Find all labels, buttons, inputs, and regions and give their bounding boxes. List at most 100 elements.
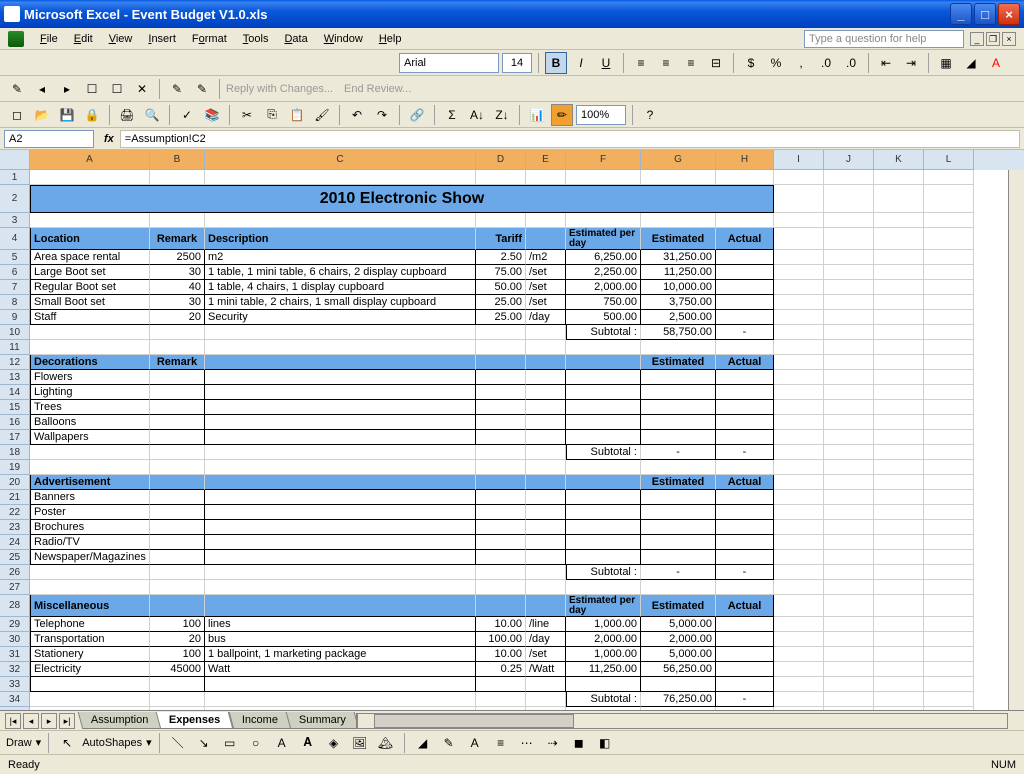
row-header-21[interactable]: 21 (0, 490, 29, 505)
diagram-button[interactable]: ◈ (323, 732, 345, 754)
menu-window[interactable]: Window (316, 31, 371, 47)
font-size-select[interactable]: 14 (502, 53, 532, 73)
percent-button[interactable]: % (765, 52, 787, 74)
font-name-select[interactable]: Arial (399, 53, 499, 73)
row-header-2[interactable]: 2 (0, 185, 29, 213)
row-header-8[interactable]: 8 (0, 295, 29, 310)
tab-prev-button[interactable]: ◂ (23, 713, 39, 729)
new-comment-button[interactable]: ✎ (6, 78, 28, 100)
menu-format[interactable]: Format (184, 31, 235, 47)
formula-input[interactable]: =Assumption!C2 (120, 130, 1020, 148)
arrow-style-button[interactable]: ⇢ (542, 732, 564, 754)
row-header-12[interactable]: 12 (0, 355, 29, 370)
row-header-14[interactable]: 14 (0, 385, 29, 400)
copy-button[interactable]: ⎘ (261, 104, 283, 126)
row-header-29[interactable]: 29 (0, 617, 29, 632)
clipart-button[interactable]: 🖼 (349, 732, 371, 754)
increase-indent-button[interactable]: ⇥ (900, 52, 922, 74)
align-right-button[interactable]: ≡ (680, 52, 702, 74)
col-header-G[interactable]: G (641, 150, 716, 170)
spreadsheet-grid[interactable]: 1234567891011121314151617181920212223242… (0, 150, 1024, 710)
row-header-19[interactable]: 19 (0, 460, 29, 475)
3d-button[interactable]: ◧ (594, 732, 616, 754)
comma-button[interactable]: , (790, 52, 812, 74)
workbook-restore-button[interactable]: ❐ (986, 32, 1000, 46)
italic-button[interactable]: I (570, 52, 592, 74)
row-header-25[interactable]: 25 (0, 550, 29, 565)
row-header-1[interactable]: 1 (0, 170, 29, 185)
autoshapes-menu[interactable]: AutoShapes (82, 737, 142, 749)
hyperlink-button[interactable]: 🔗 (406, 104, 428, 126)
row-header-33[interactable]: 33 (0, 677, 29, 692)
chart-wizard-button[interactable]: 📊 (526, 104, 548, 126)
row-header-9[interactable]: 9 (0, 310, 29, 325)
col-header-J[interactable]: J (824, 150, 874, 170)
col-header-H[interactable]: H (716, 150, 774, 170)
rectangle-button[interactable]: ▭ (219, 732, 241, 754)
delete-comment-button[interactable]: ✕ (131, 78, 153, 100)
menu-view[interactable]: View (101, 31, 141, 47)
ink-button[interactable]: ✎ (166, 78, 188, 100)
row-header-17[interactable]: 17 (0, 430, 29, 445)
paste-button[interactable]: 📋 (286, 104, 308, 126)
show-comment-button[interactable]: ☐ (81, 78, 103, 100)
row-header-13[interactable]: 13 (0, 370, 29, 385)
tab-expenses[interactable]: Expenses (156, 712, 234, 729)
tab-summary[interactable]: Summary (286, 712, 360, 729)
font-color-button[interactable]: A (985, 52, 1007, 74)
row-header-32[interactable]: 32 (0, 662, 29, 677)
row-header-3[interactable]: 3 (0, 213, 29, 228)
row-header-5[interactable]: 5 (0, 250, 29, 265)
col-header-B[interactable]: B (150, 150, 205, 170)
col-header-D[interactable]: D (476, 150, 526, 170)
sheet-body[interactable]: 2010 Electronic Show Location Remark Des… (30, 170, 1024, 710)
tab-last-button[interactable]: ▸| (59, 713, 75, 729)
row-header-24[interactable]: 24 (0, 535, 29, 550)
bold-button[interactable]: B (545, 52, 567, 74)
workbook-close-button[interactable]: × (1002, 32, 1016, 46)
permission-button[interactable]: 🔒 (81, 104, 103, 126)
align-center-button[interactable]: ≡ (655, 52, 677, 74)
align-left-button[interactable]: ≡ (630, 52, 652, 74)
zoom-select[interactable]: 100% (576, 105, 626, 125)
spellcheck-button[interactable]: ✓ (176, 104, 198, 126)
font-color-draw-button[interactable]: A (464, 732, 486, 754)
row-header-27[interactable]: 27 (0, 580, 29, 595)
app-icon[interactable] (8, 31, 24, 47)
tab-first-button[interactable]: |◂ (5, 713, 21, 729)
drawing-button[interactable]: ✏ (551, 104, 573, 126)
oval-button[interactable]: ○ (245, 732, 267, 754)
row-header-10[interactable]: 10 (0, 325, 29, 340)
vertical-scrollbar[interactable] (1008, 170, 1024, 710)
row-header-26[interactable]: 26 (0, 565, 29, 580)
row-header-4[interactable]: 4 (0, 228, 29, 250)
line-button[interactable]: ＼ (167, 732, 189, 754)
sort-asc-button[interactable]: A↓ (466, 104, 488, 126)
col-header-F[interactable]: F (566, 150, 641, 170)
name-box[interactable]: A2 (4, 130, 94, 148)
print-button[interactable]: 🖨 (116, 104, 138, 126)
borders-button[interactable]: ▦ (935, 52, 957, 74)
col-header-I[interactable]: I (774, 150, 824, 170)
menu-file[interactable]: File (32, 31, 66, 47)
decrease-indent-button[interactable]: ⇤ (875, 52, 897, 74)
show-all-comments-button[interactable]: ☐ (106, 78, 128, 100)
row-header-31[interactable]: 31 (0, 647, 29, 662)
row-header-35[interactable]: 35 (0, 707, 29, 710)
select-all-corner[interactable] (0, 150, 29, 170)
minimize-button[interactable]: _ (950, 3, 972, 25)
tab-assumption[interactable]: Assumption (78, 712, 162, 729)
shadow-button[interactable]: ◼ (568, 732, 590, 754)
horizontal-scrollbar[interactable] (356, 713, 1024, 729)
picture-button[interactable]: 🏔 (375, 732, 397, 754)
menu-edit[interactable]: Edit (66, 31, 101, 47)
row-header-7[interactable]: 7 (0, 280, 29, 295)
line-style-button[interactable]: ≡ (490, 732, 512, 754)
row-header-28[interactable]: 28 (0, 595, 29, 617)
select-objects-button[interactable]: ↖ (56, 732, 78, 754)
merge-center-button[interactable]: ⊟ (705, 52, 727, 74)
workbook-minimize-button[interactable]: _ (970, 32, 984, 46)
row-header-20[interactable]: 20 (0, 475, 29, 490)
fill-color-button[interactable]: ◢ (960, 52, 982, 74)
row-header-23[interactable]: 23 (0, 520, 29, 535)
